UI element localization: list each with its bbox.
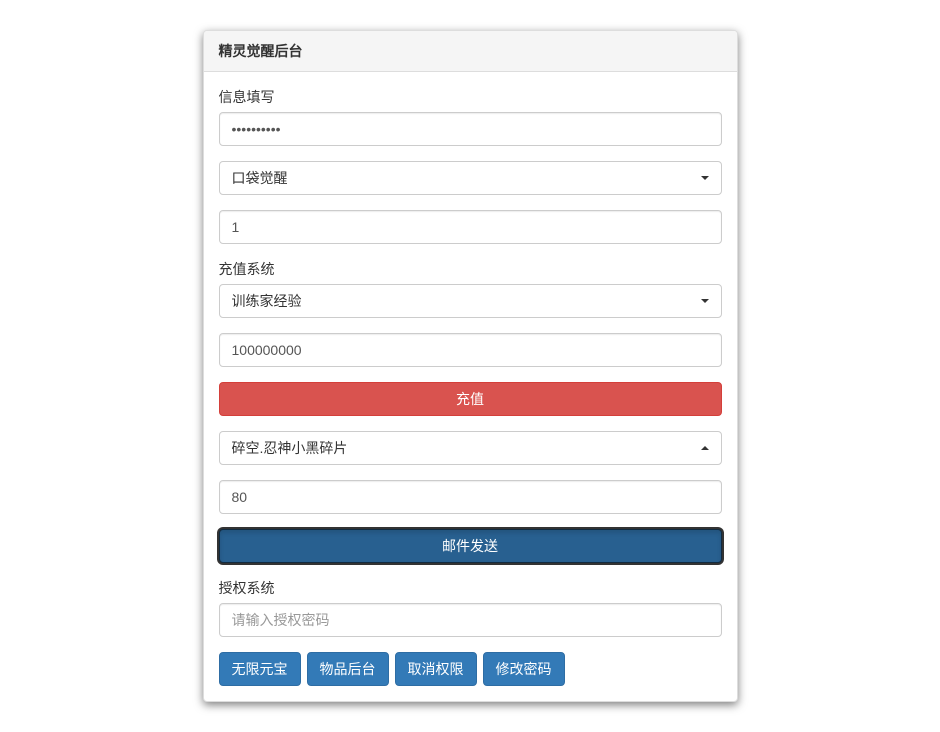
caret-up-icon bbox=[701, 446, 709, 450]
recharge-section-label: 充值系统 bbox=[219, 259, 722, 279]
recharge-type-toggle[interactable]: 训练家经验 bbox=[219, 284, 722, 318]
password-input[interactable] bbox=[219, 112, 722, 146]
change-password-button[interactable]: 修改密码 bbox=[483, 652, 565, 686]
caret-down-icon bbox=[701, 176, 709, 180]
recharge-button[interactable]: 充值 bbox=[219, 382, 722, 416]
item-select-value: 碎空.忍神小黑碎片 bbox=[232, 438, 348, 458]
auth-button-row: 无限元宝 物品后台 取消权限 修改密码 bbox=[219, 652, 722, 686]
recharge-type-value: 训练家经验 bbox=[232, 291, 302, 311]
panel-title: 精灵觉醒后台 bbox=[219, 41, 722, 61]
info-section-label: 信息填写 bbox=[219, 87, 722, 107]
server-select[interactable]: 口袋觉醒 bbox=[219, 161, 722, 195]
item-admin-button[interactable]: 物品后台 bbox=[307, 652, 389, 686]
item-select-toggle[interactable]: 碎空.忍神小黑碎片 bbox=[219, 431, 722, 465]
auth-section-label: 授权系统 bbox=[219, 578, 722, 598]
item-select[interactable]: 碎空.忍神小黑碎片 bbox=[219, 431, 722, 465]
revoke-permission-button[interactable]: 取消权限 bbox=[395, 652, 477, 686]
server-select-value: 口袋觉醒 bbox=[232, 168, 288, 188]
panel-header: 精灵觉醒后台 bbox=[204, 31, 737, 72]
caret-down-icon bbox=[701, 299, 709, 303]
server-select-toggle[interactable]: 口袋觉醒 bbox=[219, 161, 722, 195]
recharge-type-select[interactable]: 训练家经验 bbox=[219, 284, 722, 318]
unlimited-gold-button[interactable]: 无限元宝 bbox=[219, 652, 301, 686]
player-id-input[interactable] bbox=[219, 210, 722, 244]
recharge-amount-input[interactable] bbox=[219, 333, 722, 367]
auth-password-input[interactable] bbox=[219, 603, 722, 637]
item-qty-input[interactable] bbox=[219, 480, 722, 514]
admin-panel: 精灵觉醒后台 信息填写 口袋觉醒 充值系统 训练家经验 bbox=[203, 30, 738, 702]
mail-send-button[interactable]: 邮件发送 bbox=[219, 529, 722, 563]
panel-body: 信息填写 口袋觉醒 充值系统 训练家经验 bbox=[204, 72, 737, 701]
